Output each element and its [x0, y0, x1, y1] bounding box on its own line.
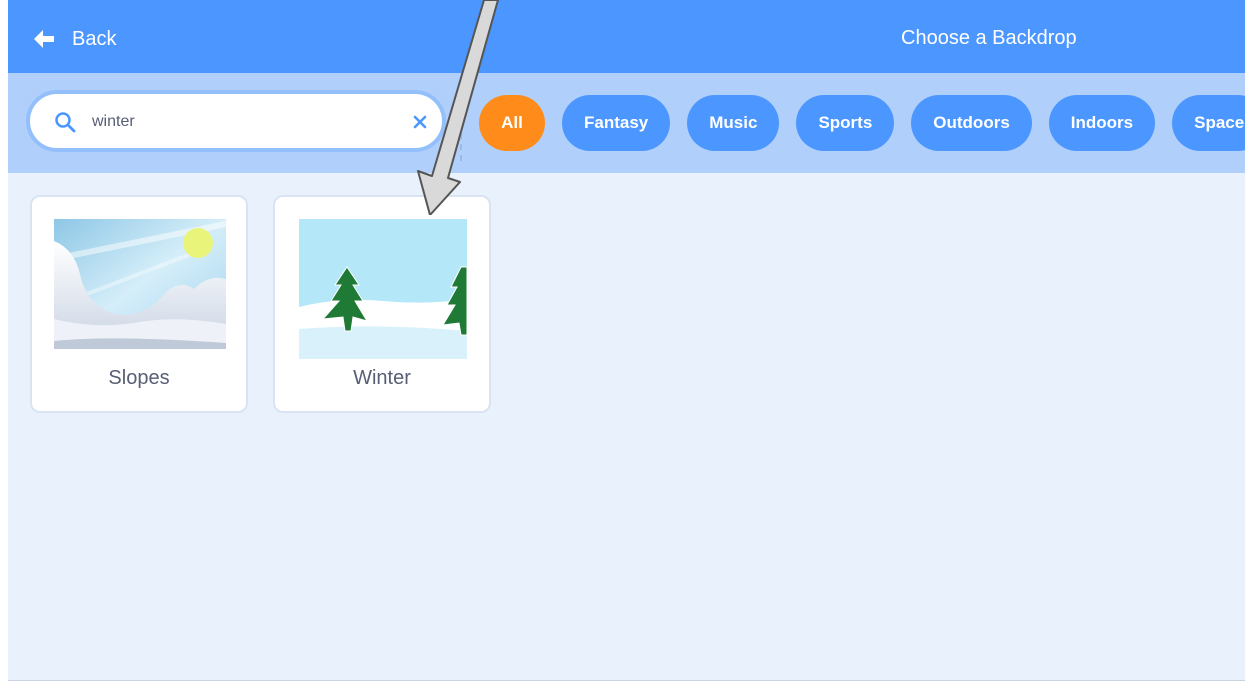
- search-icon: [55, 112, 76, 133]
- tag-sports[interactable]: Sports: [796, 95, 895, 151]
- back-button[interactable]: Back: [32, 26, 116, 52]
- backdrop-grid: Slopes Winter: [8, 173, 1245, 680]
- tag-space[interactable]: Space: [1172, 95, 1245, 151]
- tag-music[interactable]: Music: [687, 95, 780, 151]
- backdrop-card-slopes[interactable]: Slopes: [30, 195, 248, 413]
- tag-all[interactable]: All: [479, 95, 545, 151]
- backdrop-name: Winter: [353, 367, 411, 389]
- slopes-thumbnail: [54, 219, 226, 349]
- tag-indoors[interactable]: Indoors: [1048, 95, 1156, 151]
- library-header: Back Choose a Backdrop: [8, 0, 1245, 73]
- page-title: Choose a Backdrop: [901, 27, 1077, 49]
- search-field[interactable]: [26, 90, 446, 152]
- tag-fantasy[interactable]: Fantasy: [562, 95, 671, 151]
- tag-outdoors[interactable]: Outdoors: [911, 95, 1032, 151]
- backdrop-card-winter[interactable]: Winter: [273, 195, 491, 413]
- tag-list: All Fantasy Music Sports Outdoors Indoor…: [479, 95, 1245, 151]
- search-input[interactable]: [90, 104, 394, 140]
- backdrop-name: Slopes: [108, 367, 170, 389]
- winter-thumbnail: [299, 219, 467, 359]
- arrow-left-icon: [34, 30, 54, 48]
- close-icon[interactable]: [413, 115, 427, 129]
- back-label: Back: [72, 27, 117, 50]
- backdrop-library: Back Choose a Backdrop All Fantasy Music…: [8, 0, 1245, 681]
- filter-divider: [460, 101, 462, 161]
- filter-bar: All Fantasy Music Sports Outdoors Indoor…: [8, 73, 1245, 173]
